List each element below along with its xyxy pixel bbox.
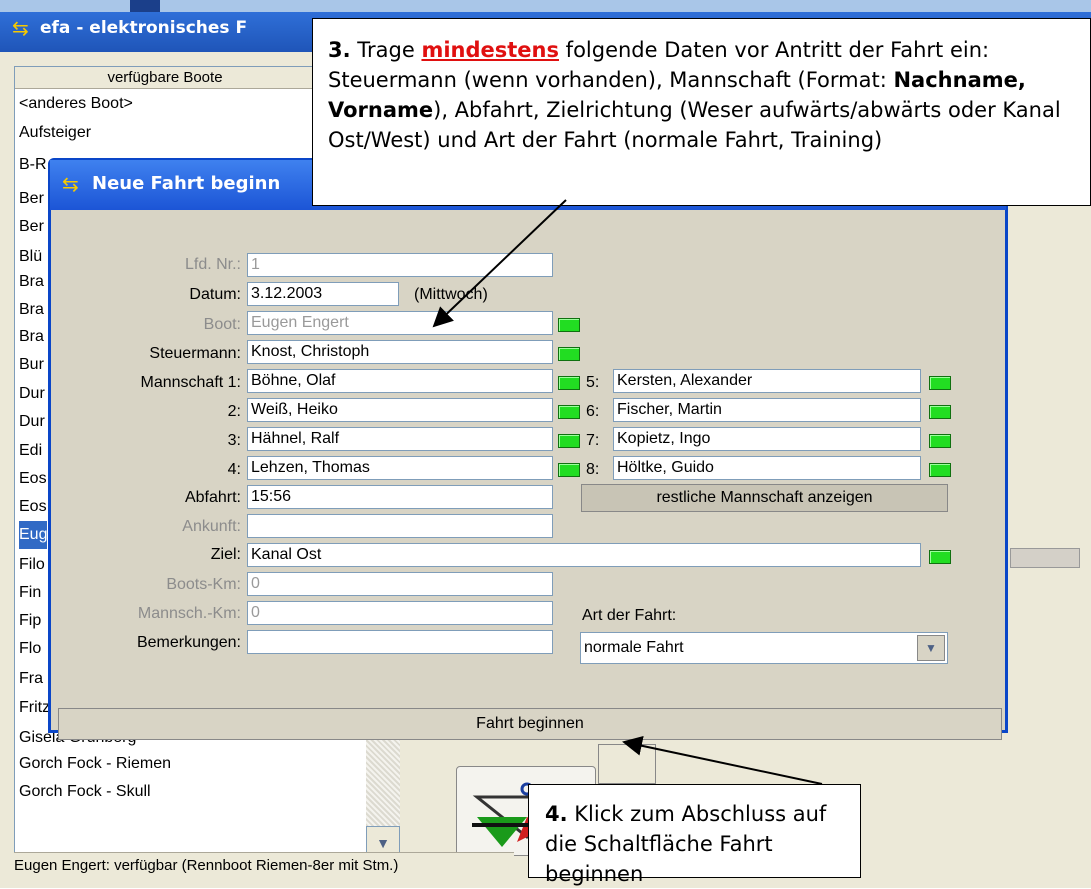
arrow-to-fahrt-beginnen [622,735,823,785]
callout-arrows [432,199,823,785]
arrow-to-boot-field [432,199,567,328]
